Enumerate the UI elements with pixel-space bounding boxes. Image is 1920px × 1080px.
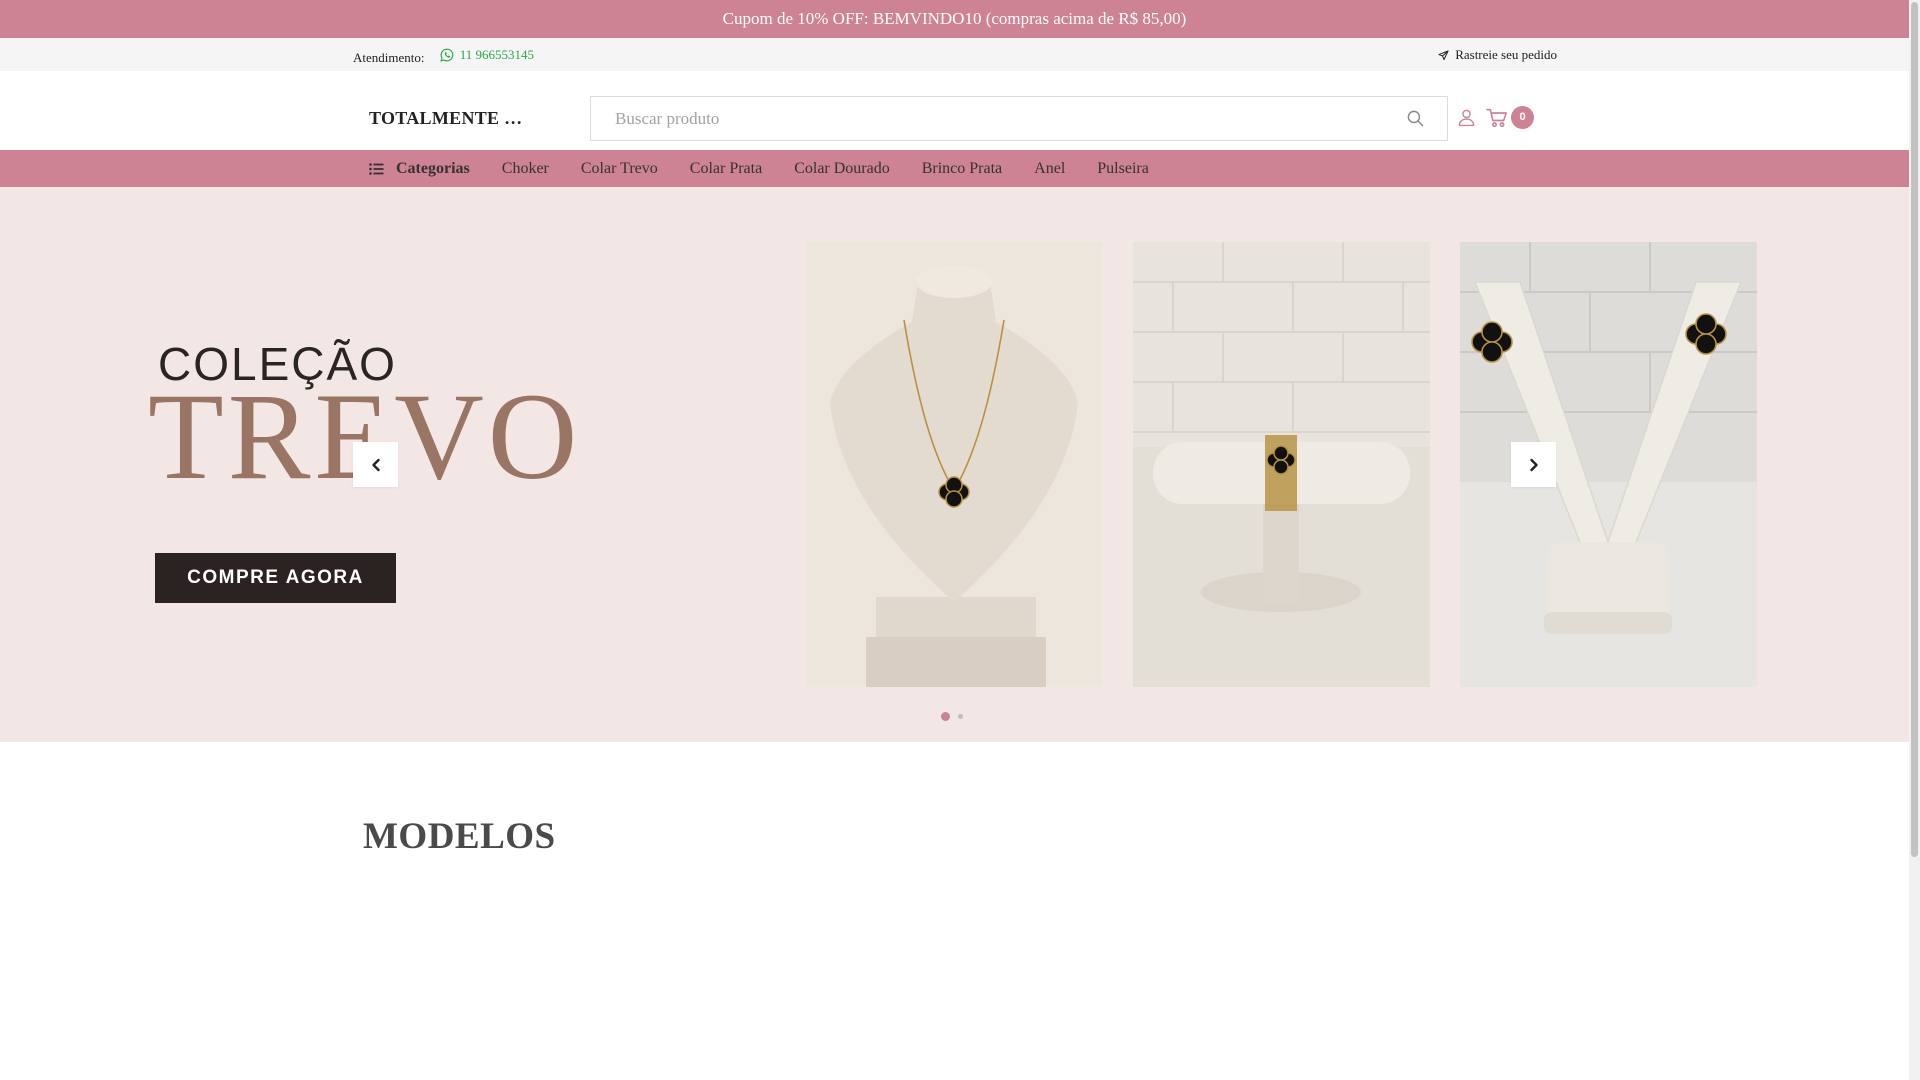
nav-item-colar-prata[interactable]: Colar Prata bbox=[690, 160, 762, 178]
section-title: MODELOS bbox=[363, 816, 556, 857]
brand-logo[interactable]: TOTALMENTE … bbox=[369, 108, 522, 129]
main-nav: Categorias Choker Colar Trevo Colar Prat… bbox=[0, 150, 1909, 187]
chevron-right-icon bbox=[1529, 458, 1538, 471]
nav-item-anel[interactable]: Anel bbox=[1034, 160, 1065, 178]
bracelet-photo[interactable] bbox=[1133, 242, 1430, 687]
nav-item-colar-trevo[interactable]: Colar Trevo bbox=[581, 160, 658, 178]
send-icon bbox=[1438, 49, 1449, 60]
cart-icon bbox=[1486, 108, 1507, 127]
earrings-photo[interactable] bbox=[1460, 242, 1757, 687]
hero-banner: COLEÇÃO TREVO COMPRE AGORA bbox=[0, 187, 1909, 742]
header: TOTALMENTE … 0 bbox=[0, 71, 1909, 150]
phone-number: 11 966553145 bbox=[459, 47, 535, 62]
nav-item-pulseira[interactable]: Pulseira bbox=[1097, 160, 1149, 178]
nav-categories-label: Categorias bbox=[396, 159, 470, 177]
user-icon bbox=[1458, 109, 1475, 127]
necklace-photo[interactable] bbox=[806, 242, 1103, 687]
menu-icon bbox=[369, 162, 384, 175]
nav-item-brinco-prata[interactable]: Brinco Prata bbox=[922, 160, 1002, 178]
carousel-prev-button[interactable] bbox=[353, 442, 398, 487]
search-bar bbox=[590, 96, 1448, 141]
carousel-dot-2[interactable] bbox=[958, 714, 963, 719]
carousel-next-button[interactable] bbox=[1511, 442, 1556, 487]
promo-text: Cupom de 10% OFF: BEMVINDO10 (compras ac… bbox=[722, 9, 1187, 28]
info-bar: Atendimento: 11 966553145 Rastreie seu p… bbox=[0, 38, 1909, 71]
track-order-link[interactable]: Rastreie seu pedido bbox=[1438, 47, 1557, 63]
promo-bar: Cupom de 10% OFF: BEMVINDO10 (compras ac… bbox=[0, 0, 1909, 38]
attendance: Atendimento: 11 966553145 bbox=[353, 47, 534, 66]
search-button[interactable] bbox=[1406, 109, 1425, 133]
nav-categories[interactable]: Categorias bbox=[369, 160, 470, 178]
search-icon bbox=[1407, 110, 1424, 127]
attendance-label: Atendimento: bbox=[353, 50, 425, 65]
cart-button[interactable]: 0 bbox=[1486, 106, 1534, 129]
shop-now-button[interactable]: COMPRE AGORA bbox=[155, 553, 396, 603]
account-button[interactable] bbox=[1457, 108, 1476, 132]
nav-item-choker[interactable]: Choker bbox=[502, 160, 549, 178]
track-order-label: Rastreie seu pedido bbox=[1455, 47, 1557, 62]
scrollbar-thumb[interactable] bbox=[1911, 2, 1918, 857]
whatsapp-link[interactable]: 11 966553145 bbox=[440, 47, 534, 63]
chevron-left-icon bbox=[371, 458, 380, 471]
carousel-dot-1[interactable] bbox=[941, 712, 950, 721]
cart-count-badge: 0 bbox=[1511, 106, 1534, 129]
search-input[interactable] bbox=[591, 97, 1351, 140]
nav-item-colar-dourado[interactable]: Colar Dourado bbox=[794, 160, 890, 178]
whatsapp-icon bbox=[440, 48, 454, 62]
carousel-pagination bbox=[941, 712, 963, 721]
page-scrollbar[interactable] bbox=[1909, 0, 1920, 1080]
